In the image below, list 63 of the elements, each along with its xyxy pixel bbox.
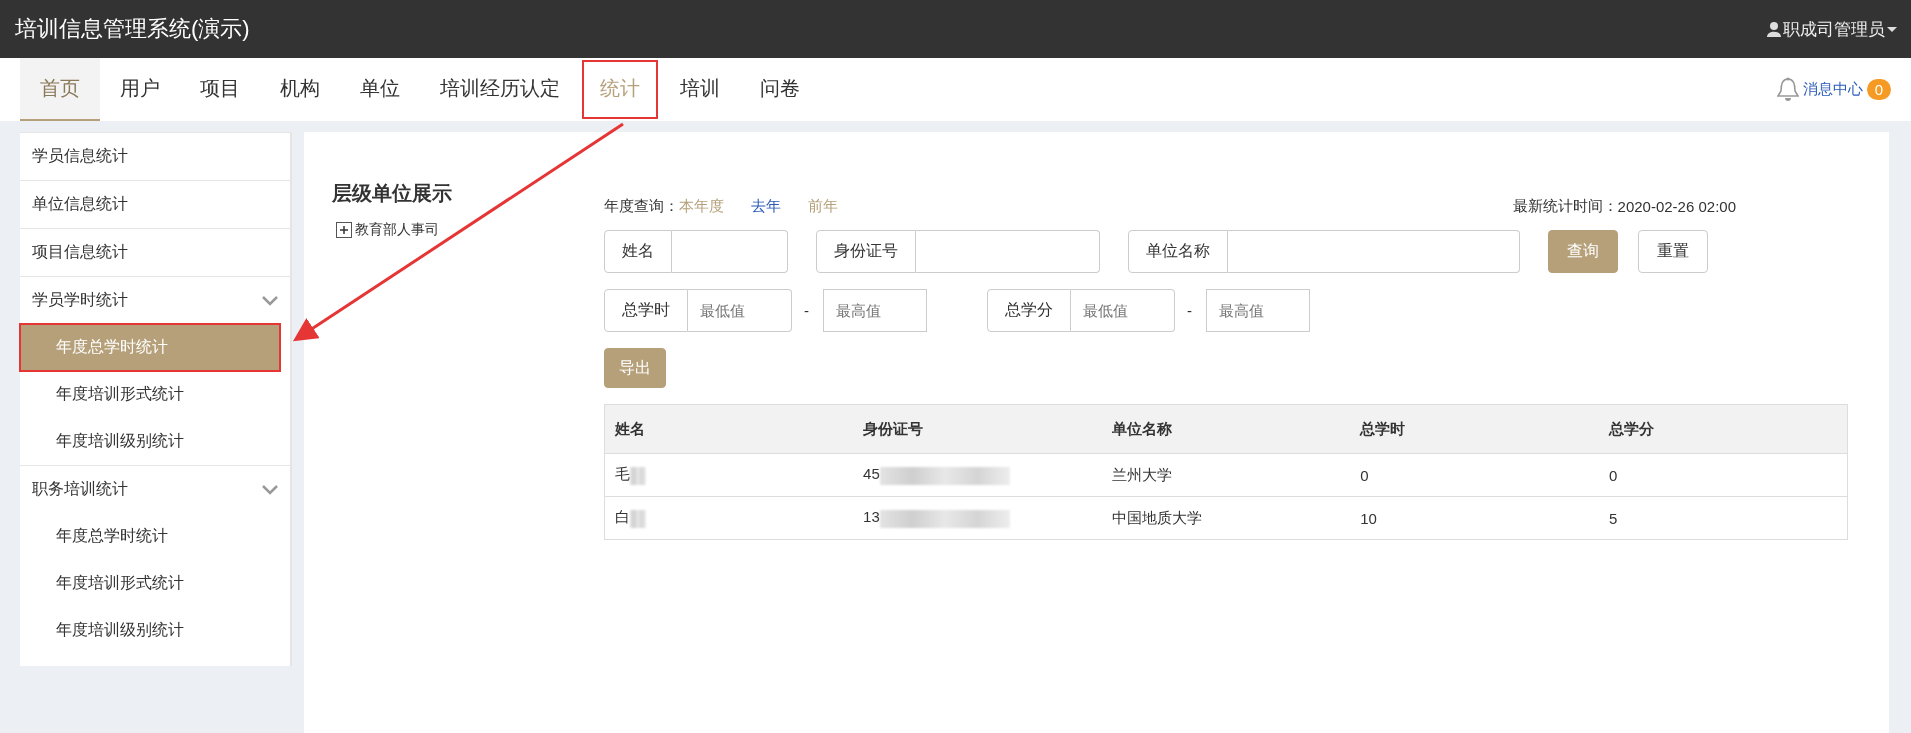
table-cell: 毛: [615, 465, 630, 483]
column-header: 姓名: [604, 404, 854, 454]
tree-title: 层级单位展示: [332, 181, 453, 206]
nav-tab[interactable]: 问卷: [740, 58, 820, 121]
nav-tab[interactable]: 项目: [180, 58, 260, 121]
message-center-link[interactable]: 消息中心: [1802, 80, 1863, 99]
last-updated-label: 最新统计时间：: [1512, 196, 1618, 216]
table-cell: 0: [1360, 466, 1369, 484]
expand-icon[interactable]: [336, 222, 352, 238]
table-cell: 45: [863, 465, 880, 483]
chevron-icon[interactable]: [262, 295, 278, 306]
sidebar-subitem[interactable]: 年度培训形式统计: [20, 560, 290, 607]
nav-tab[interactable]: 首页: [20, 58, 100, 121]
nav-tab[interactable]: 用户: [100, 58, 180, 121]
app-title: 培训信息管理系统(演示): [15, 15, 250, 43]
field-label: 总学时: [604, 289, 688, 332]
sidebar-subitem[interactable]: 年度培训形式统计: [20, 371, 290, 418]
search-input[interactable]: [1228, 230, 1520, 273]
table-cell: 白: [615, 508, 630, 526]
nav-tab[interactable]: 培训经历认定: [420, 58, 580, 121]
caret-icon[interactable]: [1887, 26, 1897, 32]
sidebar-subitem[interactable]: 年度培训级别统计: [20, 607, 290, 654]
table-cell: 10: [1360, 509, 1377, 527]
table-cell: 13: [863, 508, 880, 526]
year-filter-label: 年度查询：: [604, 196, 679, 216]
message-count: 0: [1866, 79, 1891, 100]
table-cell: 5: [1608, 509, 1618, 527]
nav-tab[interactable]: 机构: [260, 58, 340, 121]
bell-icon[interactable]: [1776, 77, 1799, 102]
sidebar-item[interactable]: 项目信息统计: [20, 228, 290, 276]
range-min-input[interactable]: 最低值: [1071, 289, 1175, 332]
sidebar-subitem[interactable]: 年度培训级别统计: [20, 418, 290, 465]
range-max-input[interactable]: 最高值: [823, 289, 927, 332]
tree-node[interactable]: 教育部人事司: [355, 221, 439, 239]
range-separator: -: [804, 302, 809, 319]
field-label: 单位名称: [1128, 230, 1228, 273]
column-header: 身份证号: [853, 404, 1102, 454]
field-label: 总学分: [987, 289, 1071, 332]
column-header: 总学时: [1350, 404, 1599, 454]
range-min-input[interactable]: 最低值: [688, 289, 792, 332]
search-input[interactable]: [672, 230, 788, 273]
column-header: 单位名称: [1101, 404, 1351, 454]
range-separator: -: [1187, 302, 1192, 319]
field-label: 姓名: [604, 230, 672, 273]
sidebar-item[interactable]: 单位信息统计: [20, 180, 290, 228]
sidebar-item[interactable]: 学员信息统计: [20, 132, 290, 180]
nav-tab[interactable]: 培训: [660, 58, 740, 121]
last-updated-time: 2020-02-26 02:00: [1617, 197, 1736, 215]
table-cell: 中国地质大学: [1111, 508, 1202, 526]
sidebar-subitem[interactable]: 年度总学时统计: [20, 513, 290, 560]
sidebar-group[interactable]: 职务培训统计: [20, 465, 290, 513]
chevron-icon[interactable]: [262, 484, 278, 495]
year-option-link[interactable]: 去年: [751, 196, 781, 216]
field-label: 身份证号: [816, 230, 916, 273]
column-header: 总学分: [1598, 404, 1848, 454]
reset-button[interactable]: 重置: [1638, 230, 1708, 273]
nav-tab[interactable]: 单位: [340, 58, 420, 121]
table-cell: 0: [1608, 466, 1618, 484]
user-icon: [1767, 21, 1781, 37]
user-menu[interactable]: 职成司管理员: [1783, 17, 1885, 41]
table-cell: 兰州大学: [1111, 465, 1172, 483]
search-input[interactable]: [916, 230, 1100, 273]
range-max-input[interactable]: 最高值: [1206, 289, 1310, 332]
